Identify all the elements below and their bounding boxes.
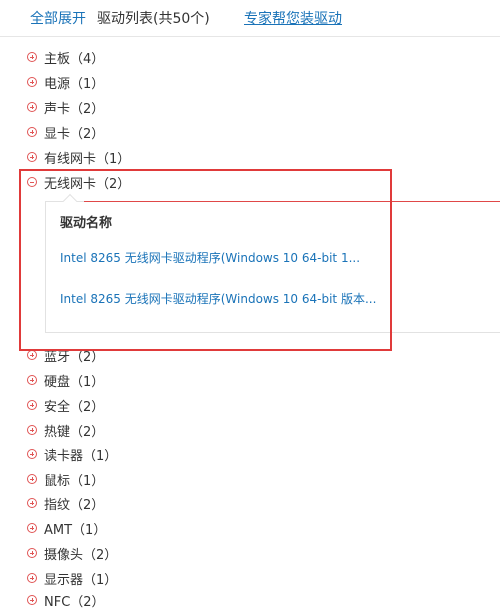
expand-plus-icon <box>27 127 37 137</box>
expand-plus-icon <box>27 449 37 459</box>
expand-all-link[interactable]: 全部展开 <box>30 10 86 28</box>
category-item-security[interactable]: 安全（2） <box>27 395 104 415</box>
category-item-hotkey[interactable]: 热键（2） <box>27 420 104 440</box>
panel-top-border <box>84 201 500 202</box>
category-item-fingerprint[interactable]: 指纹（2） <box>27 493 104 513</box>
expand-plus-icon <box>27 523 37 533</box>
category-item-wired-network[interactable]: 有线网卡（1） <box>27 147 130 167</box>
expand-plus-icon <box>27 425 37 435</box>
category-item-sound-card[interactable]: 声卡（2） <box>27 97 104 117</box>
expand-plus-icon <box>27 77 37 87</box>
toolbar: 全部展开 驱动列表(共50个) 专家帮您装驱动 <box>0 0 500 37</box>
category-label: 无线网卡（2） <box>44 176 131 192</box>
expert-help-link[interactable]: 专家帮您装驱动 <box>244 10 342 28</box>
category-label: 读卡器（1） <box>44 448 118 464</box>
expand-plus-icon <box>27 595 37 605</box>
driver-list-title: 驱动列表(共50个) <box>97 11 210 27</box>
driver-link[interactable]: Intel 8265 无线网卡驱动程序(Windows 10 64-bit 1.… <box>60 249 380 266</box>
category-label: 蓝牙（2） <box>44 349 105 365</box>
expand-plus-icon <box>27 474 37 484</box>
expand-plus-icon <box>27 52 37 62</box>
category-item-hard-disk[interactable]: 硬盘（1） <box>27 370 104 390</box>
expand-plus-icon <box>27 350 37 360</box>
category-label: AMT（1） <box>44 522 107 538</box>
category-label: 显卡（2） <box>44 126 105 142</box>
category-item-bluetooth[interactable]: 蓝牙（2） <box>27 345 104 365</box>
wireless-driver-panel <box>45 201 500 333</box>
category-label: 鼠标（1） <box>44 473 105 489</box>
expand-plus-icon <box>27 102 37 112</box>
category-label: 有线网卡（1） <box>44 151 131 167</box>
driver-link[interactable]: Intel 8265 无线网卡驱动程序(Windows 10 64-bit 版本… <box>60 290 380 307</box>
category-item-amt[interactable]: AMT（1） <box>27 518 106 538</box>
category-item-nfc[interactable]: NFC（2） <box>27 590 105 610</box>
expand-plus-icon <box>27 548 37 558</box>
driver-name-column-header: 驱动名称 <box>60 216 113 231</box>
category-label: 安全（2） <box>44 399 105 415</box>
expand-plus-icon <box>27 400 37 410</box>
collapse-minus-icon <box>27 177 37 187</box>
category-label: 摄像头（2） <box>44 547 118 563</box>
category-label: NFC（2） <box>44 594 105 610</box>
category-label: 显示器（1） <box>44 572 118 588</box>
category-label: 硬盘（1） <box>44 374 105 390</box>
category-item-display[interactable]: 显示器（1） <box>27 568 117 588</box>
category-item-mainboard[interactable]: 主板（4） <box>27 47 104 67</box>
category-item-wireless-network[interactable]: 无线网卡（2） <box>27 172 130 192</box>
category-item-card-reader[interactable]: 读卡器（1） <box>27 444 117 464</box>
category-label: 主板（4） <box>44 51 105 67</box>
category-item-camera[interactable]: 摄像头（2） <box>27 543 117 563</box>
category-item-graphics-card[interactable]: 显卡（2） <box>27 122 104 142</box>
category-label: 电源（1） <box>44 76 105 92</box>
category-item-power[interactable]: 电源（1） <box>27 72 104 92</box>
expand-plus-icon <box>27 375 37 385</box>
expand-plus-icon <box>27 498 37 508</box>
category-label: 指纹（2） <box>44 497 105 513</box>
expand-plus-icon <box>27 152 37 162</box>
category-label: 热键（2） <box>44 424 105 440</box>
category-label: 声卡（2） <box>44 101 105 117</box>
expand-plus-icon <box>27 573 37 583</box>
category-item-mouse[interactable]: 鼠标（1） <box>27 469 104 489</box>
